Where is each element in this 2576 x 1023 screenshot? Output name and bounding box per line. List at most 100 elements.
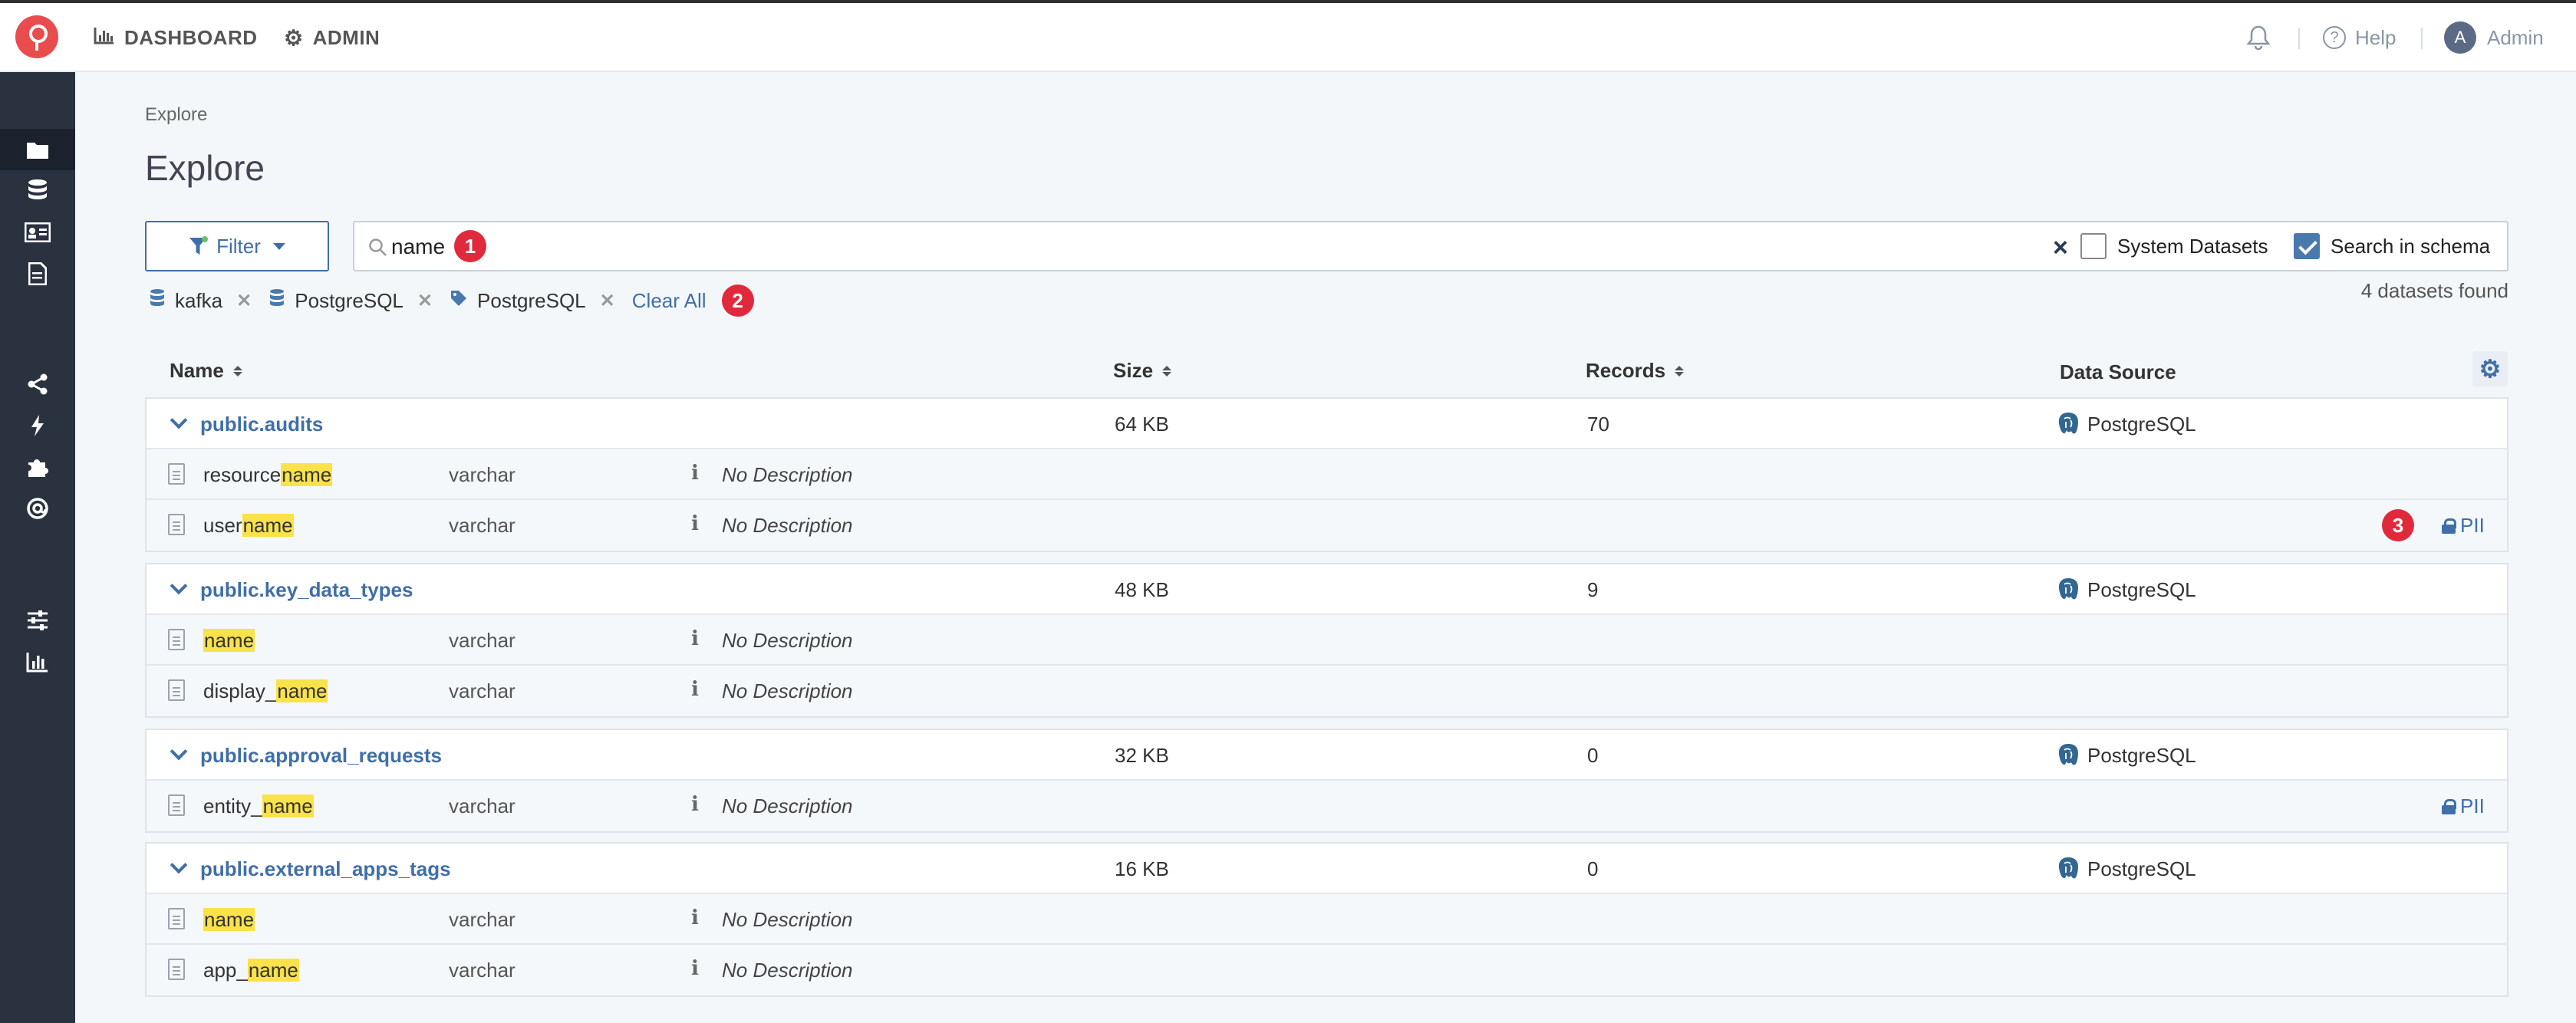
chevron-down-icon[interactable] xyxy=(170,856,188,874)
user-name: Admin xyxy=(2487,25,2544,49)
column-row[interactable]: username varchar i No Description 3 PII xyxy=(147,500,2507,551)
chevron-down-icon[interactable] xyxy=(170,411,188,429)
postgresql-icon xyxy=(2058,857,2078,879)
column-header-size[interactable]: Size xyxy=(1113,359,1172,383)
dataset-records: 0 xyxy=(1587,857,1599,880)
info-icon[interactable]: i xyxy=(691,906,699,929)
nav-admin[interactable]: ⚙ ADMIN xyxy=(284,3,380,72)
column-header-records[interactable]: Records xyxy=(1586,359,1685,383)
database-icon xyxy=(268,288,285,314)
filter-button[interactable]: Filter xyxy=(145,221,329,271)
system-datasets-label: System Datasets xyxy=(2117,235,2268,258)
share-icon[interactable] xyxy=(0,363,75,405)
puzzle-icon[interactable] xyxy=(0,446,75,488)
dataset-records: 0 xyxy=(1587,744,1599,767)
help-link[interactable]: ? Help xyxy=(2323,3,2396,72)
column-description[interactable]: No Description xyxy=(722,908,853,932)
dataset-row[interactable]: public.external_apps_tags 16 KB 0 Postgr… xyxy=(147,844,2507,894)
remove-filter-icon[interactable]: ✕ xyxy=(236,290,252,312)
dataset-row[interactable]: public.audits 64 KB 70 PostgreSQL xyxy=(147,399,2507,449)
logo-icon[interactable] xyxy=(15,15,58,58)
bar-chart-icon[interactable] xyxy=(0,641,75,683)
filter-tag-label: PostgreSQL xyxy=(295,288,404,312)
dataset-group: public.key_data_types 48 KB 9 PostgreSQL… xyxy=(145,563,2508,718)
search-highlight: name xyxy=(242,514,294,537)
dataset-name[interactable]: public.approval_requests xyxy=(200,744,442,768)
dataset-name[interactable]: public.external_apps_tags xyxy=(200,857,451,881)
lightning-icon[interactable] xyxy=(0,405,75,446)
info-icon[interactable]: i xyxy=(691,512,699,535)
column-row[interactable]: display_name varchar i No Description xyxy=(147,666,2507,716)
remove-filter-icon[interactable]: ✕ xyxy=(417,290,433,312)
column-type: varchar xyxy=(449,514,516,537)
annotation-badge-3: 3 xyxy=(2382,509,2414,541)
page-title: Explore xyxy=(145,148,265,188)
at-sign-icon[interactable] xyxy=(0,488,75,529)
info-icon[interactable]: i xyxy=(691,678,699,701)
search-in-schema-checkbox[interactable] xyxy=(2294,233,2320,259)
column-type: varchar xyxy=(449,794,516,817)
column-row[interactable]: entity_name varchar i No Description PII xyxy=(147,781,2507,831)
chevron-down-icon[interactable] xyxy=(170,577,188,595)
database-icon xyxy=(149,288,166,314)
id-card-icon[interactable] xyxy=(0,212,75,253)
dataset-size: 32 KB xyxy=(1115,744,1169,767)
column-row[interactable]: name varchar i No Description xyxy=(147,615,2507,666)
notifications-bell-icon[interactable] xyxy=(2246,3,2271,72)
dataset-row[interactable]: public.key_data_types 48 KB 9 PostgreSQL xyxy=(147,564,2507,615)
column-name: username xyxy=(203,514,294,537)
clear-search-icon[interactable]: × xyxy=(2053,233,2068,263)
column-row[interactable]: resourcename varchar i No Description xyxy=(147,449,2507,500)
dataset-group: public.audits 64 KB 70 PostgreSQL resour… xyxy=(145,397,2508,552)
column-name: entity_name xyxy=(203,794,314,817)
info-icon[interactable]: i xyxy=(691,462,699,485)
info-icon[interactable]: i xyxy=(691,957,699,980)
search-in-schema-label: Search in schema xyxy=(2331,235,2491,258)
search-input[interactable] xyxy=(391,233,2079,261)
column-description[interactable]: No Description xyxy=(722,514,853,538)
column-type: varchar xyxy=(449,463,516,486)
column-description[interactable]: No Description xyxy=(722,794,853,818)
data-source: PostgreSQL xyxy=(2057,856,2196,882)
pii-tag[interactable]: PII xyxy=(2442,794,2485,818)
chevron-down-icon[interactable] xyxy=(170,742,188,761)
document-icon[interactable] xyxy=(0,253,75,294)
column-description[interactable]: No Description xyxy=(722,629,853,653)
database-icon[interactable] xyxy=(0,170,75,212)
dataset-row[interactable]: public.approval_requests 32 KB 0 Postgre… xyxy=(147,730,2507,781)
bar-chart-icon xyxy=(94,26,115,50)
filter-tag: kafka ✕ xyxy=(149,288,252,314)
nav-dashboard[interactable]: DASHBOARD xyxy=(94,3,258,72)
column-description[interactable]: No Description xyxy=(722,679,853,703)
document-icon xyxy=(168,463,185,485)
dataset-name[interactable]: public.key_data_types xyxy=(200,578,413,602)
search-box: 1 × System Datasets Search in schema xyxy=(353,221,2508,271)
annotation-badge-1: 1 xyxy=(454,230,486,262)
question-circle-icon: ? xyxy=(2323,26,2346,49)
column-row[interactable]: name varchar i No Description xyxy=(147,894,2507,945)
divider xyxy=(2421,28,2423,49)
column-row[interactable]: app_name varchar i No Description xyxy=(147,945,2507,995)
remove-filter-icon[interactable]: ✕ xyxy=(600,290,615,312)
help-label: Help xyxy=(2355,25,2396,49)
pii-tag[interactable]: PII xyxy=(2442,514,2485,538)
filter-tag-label: PostgreSQL xyxy=(477,288,586,312)
info-icon[interactable]: i xyxy=(691,793,699,816)
column-header-name[interactable]: Name xyxy=(170,359,242,383)
info-icon[interactable]: i xyxy=(691,627,699,650)
dataset-name[interactable]: public.audits xyxy=(200,413,323,436)
search-highlight: name xyxy=(276,679,328,702)
column-description[interactable]: No Description xyxy=(722,959,853,982)
sliders-icon[interactable] xyxy=(0,600,75,641)
document-icon xyxy=(168,514,185,535)
column-type: varchar xyxy=(449,629,516,652)
search-highlight: name xyxy=(281,463,333,486)
folder-icon[interactable] xyxy=(0,129,75,170)
clear-all-link[interactable]: Clear All xyxy=(632,289,707,313)
breadcrumb[interactable]: Explore xyxy=(145,104,207,126)
search-highlight: name xyxy=(247,959,299,982)
user-menu[interactable]: A Admin xyxy=(2444,3,2544,72)
table-settings-gear-icon[interactable]: ⚙ xyxy=(2472,351,2508,387)
system-datasets-checkbox[interactable] xyxy=(2080,233,2107,259)
column-description[interactable]: No Description xyxy=(722,463,853,487)
